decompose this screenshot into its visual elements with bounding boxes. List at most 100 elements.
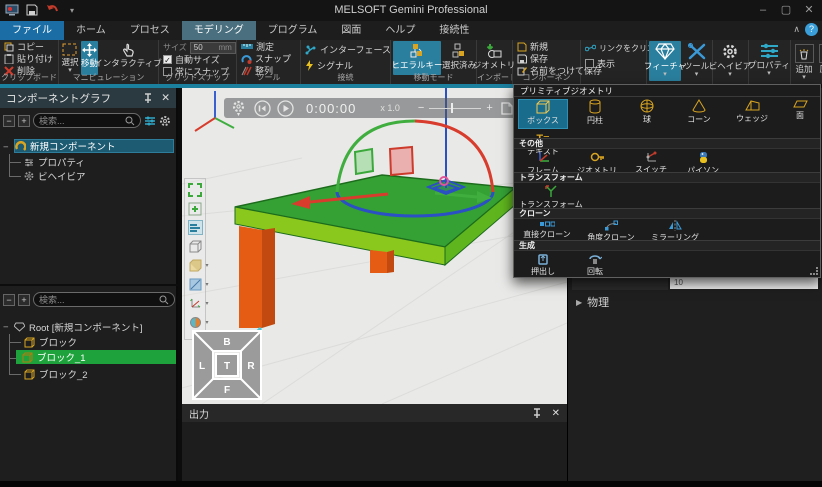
section-plane-icon[interactable]: ▾ bbox=[188, 277, 203, 292]
auto-size-checkbox[interactable]: ✓ 自動サイズ bbox=[163, 54, 236, 65]
tree-node-block1-selected[interactable]: ブロック_1 bbox=[16, 350, 176, 364]
copy-button[interactable]: コピー bbox=[4, 41, 58, 52]
tab-program[interactable]: プログラム bbox=[256, 21, 330, 40]
interactive-button[interactable]: インタラクティブ bbox=[100, 41, 156, 75]
root-icon bbox=[14, 322, 25, 332]
snapshot-icon[interactable] bbox=[501, 102, 513, 115]
menu-item-box[interactable]: ボックス bbox=[518, 99, 568, 129]
tab-drawing[interactable]: 図面 bbox=[329, 21, 373, 40]
signal-button[interactable]: シグナル bbox=[305, 60, 390, 71]
select-button[interactable]: 選択▾ bbox=[61, 41, 79, 75]
interface-button[interactable]: インターフェース bbox=[305, 44, 390, 55]
tab-file[interactable]: ファイル bbox=[0, 21, 64, 40]
tree-node-block[interactable]: ブロック bbox=[24, 335, 77, 349]
collapse-all-button[interactable]: − bbox=[3, 115, 15, 127]
svg-text:L: L bbox=[199, 361, 205, 372]
expand-all-button[interactable]: + bbox=[18, 115, 30, 127]
import-geometry-button[interactable]: ジオメトリ bbox=[477, 41, 511, 75]
maximize-button[interactable]: ▢ bbox=[777, 2, 795, 18]
hierarchy-mode-button[interactable]: ヒエラルキー bbox=[393, 41, 441, 75]
behavior-button[interactable]: ビヘイビア▾ bbox=[713, 41, 747, 81]
snap-button[interactable]: スナップ bbox=[241, 53, 300, 64]
measure-button[interactable]: 測定 bbox=[241, 41, 300, 52]
selected-mode-button[interactable]: 選択済み bbox=[443, 41, 475, 75]
python-icon bbox=[697, 151, 710, 164]
tab-process[interactable]: プロセス bbox=[118, 21, 182, 40]
shaded-cube-icon[interactable]: ▾ bbox=[188, 258, 203, 273]
feature-button[interactable]: フィーチャ▾ bbox=[649, 41, 681, 81]
tab-home[interactable]: ホーム bbox=[64, 21, 118, 40]
properties-button[interactable]: プロパティ▾ bbox=[749, 41, 789, 81]
axes-toggle-icon[interactable]: ▾ bbox=[188, 296, 203, 311]
close-button[interactable]: ✕ bbox=[800, 2, 818, 18]
paste-button[interactable]: 貼り付け bbox=[4, 53, 58, 64]
tree-node-block2[interactable]: ブロック_2 bbox=[24, 367, 88, 381]
gizmo-plane-green[interactable] bbox=[355, 149, 373, 174]
expand-all-button[interactable]: + bbox=[18, 294, 30, 306]
view-mode-icon[interactable] bbox=[188, 220, 203, 235]
move-icon bbox=[82, 43, 97, 57]
save-button[interactable]: 保存 bbox=[517, 53, 580, 64]
interface-icon bbox=[305, 45, 317, 55]
timeline-settings-icon[interactable]: ▾ bbox=[232, 100, 245, 117]
show-checkbox[interactable]: 表示 bbox=[585, 58, 646, 69]
add-button[interactable]: 追加▾ bbox=[793, 42, 815, 82]
tree-node-root[interactable]: Root [新規コンポーネント] bbox=[14, 320, 143, 334]
menu-item-linear-clone[interactable]: 直接クローン bbox=[518, 220, 576, 240]
navigation-cube[interactable]: B L T R F bbox=[192, 330, 262, 400]
pin-icon[interactable] bbox=[143, 93, 153, 104]
speed-plus-button[interactable]: + bbox=[486, 102, 492, 114]
tree-node-new-component[interactable]: 新規コンポーネント bbox=[14, 139, 174, 153]
search-icon bbox=[125, 116, 135, 126]
new-button[interactable]: 新規 bbox=[517, 41, 580, 52]
origin-button[interactable]: 原点▾ bbox=[817, 42, 822, 82]
menu-item-cone[interactable]: コーン bbox=[674, 99, 724, 125]
resize-grip[interactable] bbox=[810, 267, 818, 275]
grid-size-input[interactable]: 50 mm bbox=[190, 42, 236, 54]
menu-item-wedge[interactable]: ウェッジ bbox=[727, 99, 777, 124]
create-link-button[interactable]: リンクをクリエイト bbox=[585, 43, 646, 54]
play-button[interactable] bbox=[277, 100, 294, 117]
menu-item-cylinder[interactable]: 円柱 bbox=[570, 99, 620, 126]
gizmo-plane-red[interactable] bbox=[390, 147, 413, 175]
title-bar: ▾ MELSOFT Gemini Professional – ▢ ✕ bbox=[0, 0, 822, 21]
render-style-icon[interactable]: ▾ bbox=[188, 315, 203, 330]
speed-minus-button[interactable]: − bbox=[418, 102, 424, 114]
minimize-button[interactable]: – bbox=[754, 2, 772, 18]
tab-modeling[interactable]: モデリング bbox=[182, 21, 256, 40]
help-icon[interactable]: ? bbox=[805, 23, 818, 36]
panel-gear-icon[interactable] bbox=[159, 115, 171, 127]
menu-item-extrude[interactable]: 押出し bbox=[518, 252, 568, 277]
menu-item-plane[interactable]: 面 bbox=[782, 99, 818, 121]
menu-item-transform[interactable]: トランスフォーム bbox=[518, 185, 584, 210]
tree-expander[interactable]: − bbox=[3, 320, 9, 334]
tab-connectivity[interactable]: 接続性 bbox=[427, 21, 481, 40]
filter-icon[interactable] bbox=[144, 116, 156, 126]
ribbon-group-manipulation: 選択▾ 移動 インタラクティブ マニピュレーション bbox=[59, 40, 159, 84]
slider-handle[interactable] bbox=[451, 103, 453, 113]
pin-icon[interactable] bbox=[532, 408, 542, 419]
frame-selection-icon[interactable] bbox=[188, 201, 203, 216]
physics-section-row[interactable]: ▶ 物理 bbox=[576, 294, 609, 310]
panel-close-icon[interactable]: ✕ bbox=[552, 408, 560, 419]
tree-node-behavior[interactable]: ビヘイビア bbox=[24, 169, 86, 183]
zoom-fit-icon[interactable] bbox=[188, 182, 203, 197]
menu-item-sphere[interactable]: 球 bbox=[622, 99, 672, 125]
tools-button[interactable]: ツール▾ bbox=[683, 41, 710, 81]
tree-expander[interactable]: − bbox=[3, 140, 9, 154]
collapse-all-button[interactable]: − bbox=[3, 294, 15, 306]
tab-help[interactable]: ヘルプ bbox=[373, 21, 427, 40]
menu-item-revolve[interactable]: 回転 bbox=[570, 252, 620, 277]
panel-close-icon[interactable]: ✕ bbox=[161, 92, 170, 104]
rewind-button[interactable] bbox=[254, 100, 271, 117]
table-leg[interactable] bbox=[370, 250, 387, 273]
table-leg[interactable] bbox=[239, 226, 262, 328]
ribbon-collapse-icon[interactable]: ∧ bbox=[793, 24, 800, 35]
ribbon-group-clipboard: コピー 貼り付け 削除 クリップボード bbox=[0, 40, 59, 84]
speed-slider[interactable] bbox=[429, 108, 481, 109]
wireframe-cube-icon[interactable] bbox=[188, 239, 203, 254]
search-input[interactable]: 検索... bbox=[33, 292, 175, 307]
viewport-3d[interactable]: ▾ 0:00:00 x 1.0 − + ▾ ▾ ▾ ▾ bbox=[182, 88, 567, 404]
search-input[interactable]: 検索... bbox=[33, 113, 141, 128]
tree-node-properties[interactable]: プロパティ bbox=[24, 155, 85, 169]
